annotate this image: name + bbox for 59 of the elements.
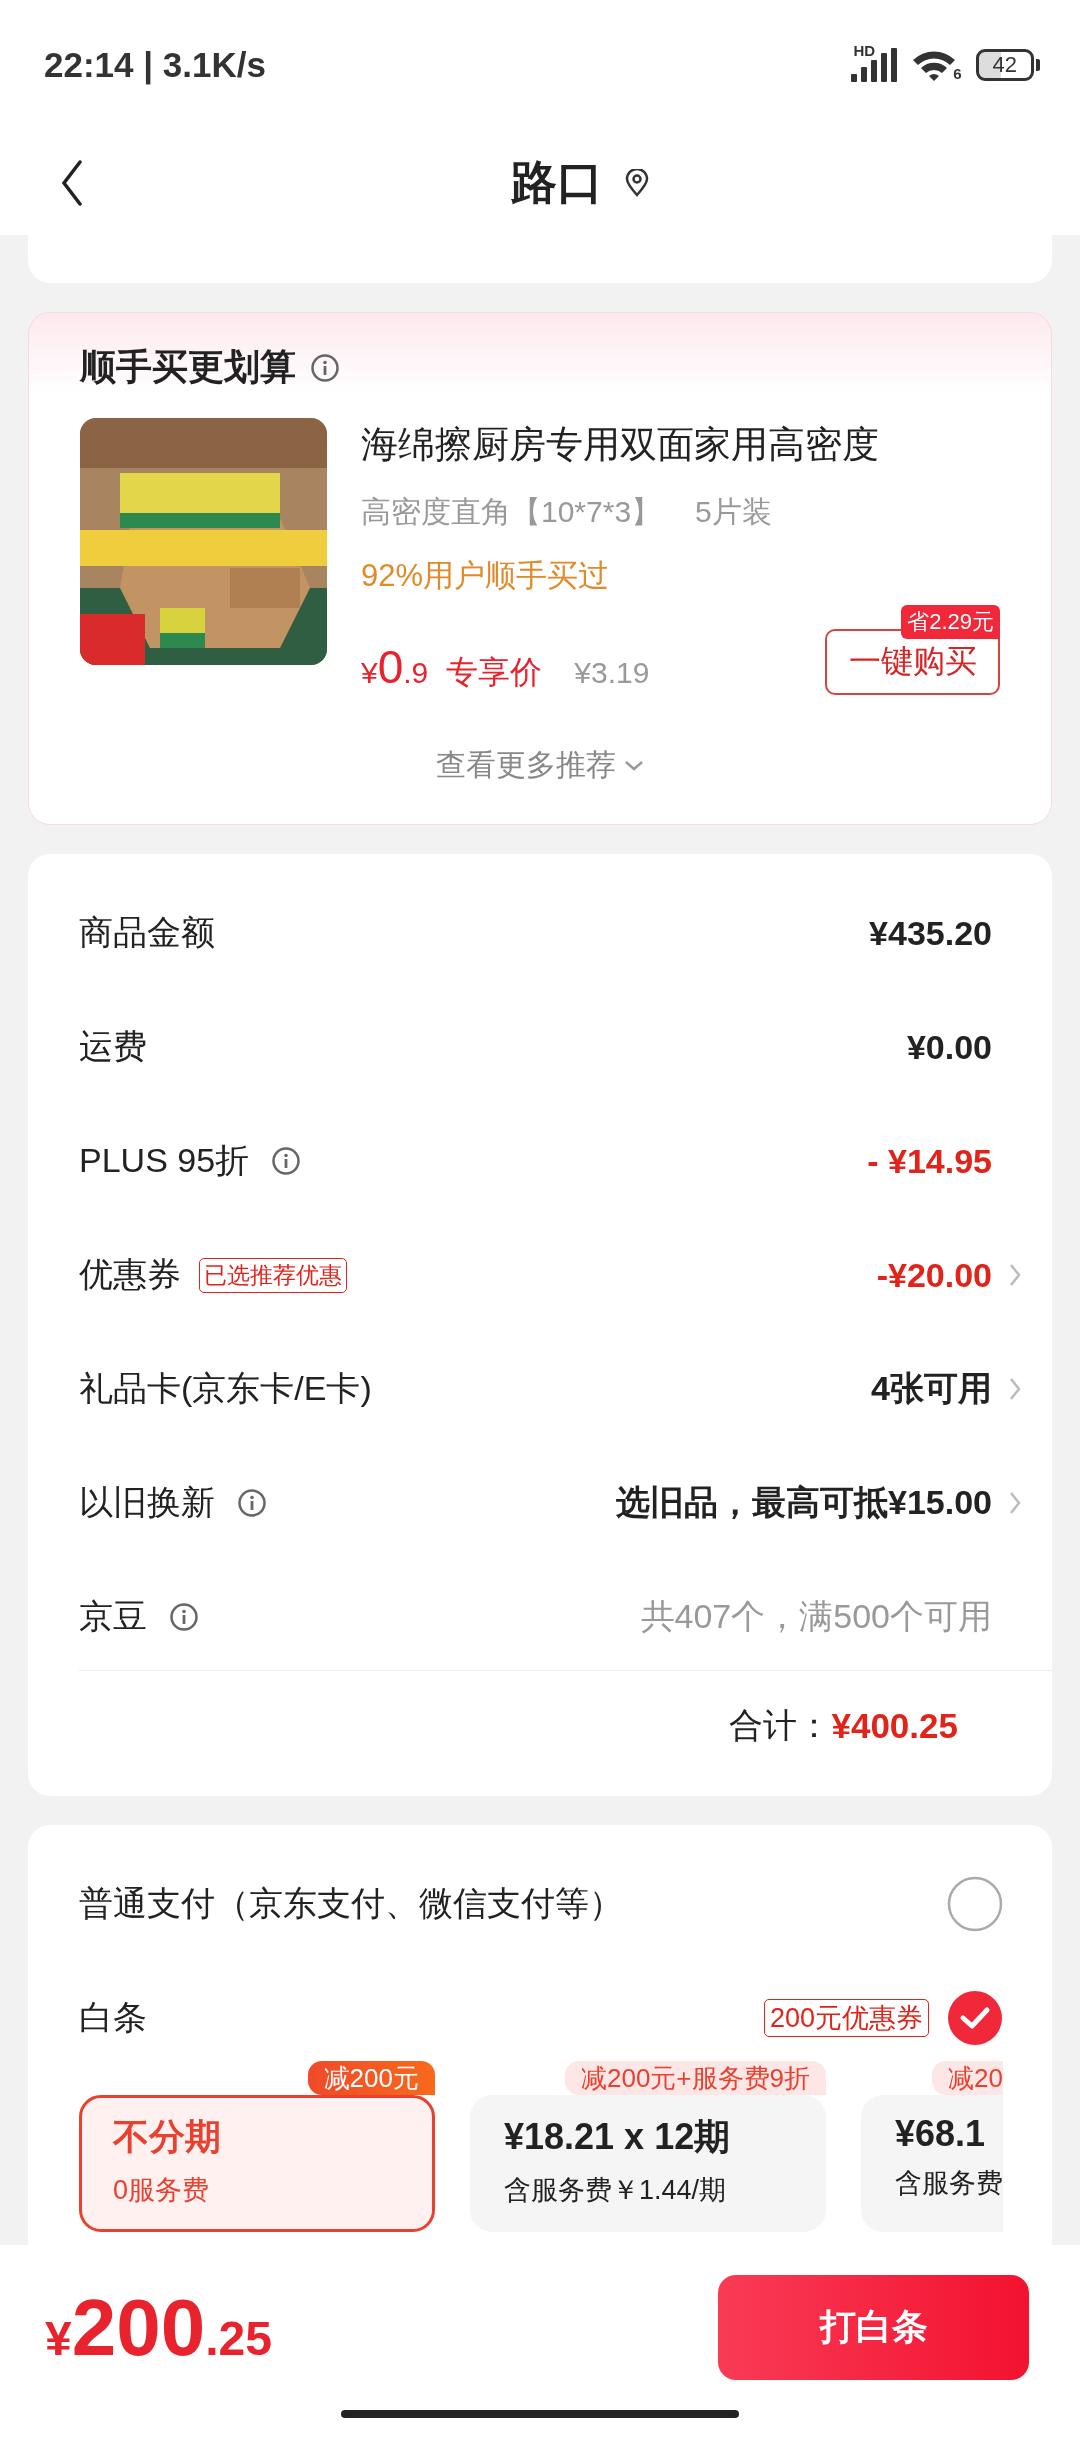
product-variant: 高密度直角【10*7*3】: [361, 494, 662, 530]
row-value: - ¥14.95: [867, 1141, 992, 1181]
pay-button[interactable]: 打白条: [718, 2275, 1029, 2380]
signal-icon: [851, 48, 898, 82]
row-label: 运费: [79, 1026, 147, 1067]
discount-tag: 减200元: [307, 2061, 435, 2095]
total-value: ¥400.25: [831, 1705, 958, 1746]
plan-subtitle: 0服务费: [113, 2174, 211, 2207]
wifi-label: 6: [953, 65, 962, 82]
installment-option[interactable]: ¥68.1 含服务费: [861, 2095, 1003, 2232]
back-icon[interactable]: [60, 159, 84, 206]
coupon-badge: 200元优惠券: [763, 1999, 929, 2037]
row-value[interactable]: -¥20.00: [876, 1255, 992, 1295]
section-title: 顺手买更划算: [80, 345, 296, 389]
discount-tag: 减20: [932, 2061, 1003, 2095]
info-icon[interactable]: [169, 1602, 199, 1632]
row-value[interactable]: 4张可用: [871, 1366, 992, 1412]
row-value: 共407个，满500个可用: [640, 1596, 992, 1637]
row-label: 以旧换新: [79, 1482, 215, 1523]
battery-indicator: 42: [975, 49, 1034, 81]
original-price: ¥3.19: [574, 656, 650, 690]
status-time: 22:14 | 3.1K/s: [44, 45, 266, 85]
plan-title: ¥68.1: [895, 2113, 987, 2155]
network-label: HD: [853, 42, 876, 59]
plan-title: ¥18.21 x 12期: [504, 2115, 732, 2159]
product-name[interactable]: 海绵擦厨房专用双面家用高密度: [361, 420, 1000, 470]
total-label: 合计：: [729, 1704, 832, 1746]
plan-subtitle: 含服务费￥1.44/期: [504, 2174, 728, 2207]
row-label: 优惠券: [79, 1254, 181, 1295]
installment-option[interactable]: ¥18.21 x 12期 含服务费￥1.44/期: [470, 2095, 826, 2232]
row-label: PLUS 95折: [79, 1140, 250, 1181]
product-price: ¥0.9: [361, 640, 429, 694]
purchase-stat: 92%用户顺手买过: [361, 557, 611, 595]
payment-option[interactable]: 普通支付（京东支付、微信支付等）: [79, 1881, 623, 1927]
info-icon[interactable]: [271, 1146, 302, 1176]
discount-tag: 减200元+服务费9折: [564, 2061, 826, 2095]
installment-option[interactable]: 不分期 0服务费: [79, 2095, 435, 2232]
row-value: ¥435.20: [869, 913, 992, 953]
row-label: 礼品卡(京东卡/E卡): [79, 1368, 372, 1409]
product-pack: 5片装: [695, 494, 772, 530]
plan-title: 不分期: [113, 2115, 222, 2159]
payment-option[interactable]: 白条: [79, 1995, 147, 2041]
more-recommendations-link[interactable]: 查看更多推荐: [80, 745, 1000, 786]
row-value: ¥0.00: [906, 1027, 992, 1067]
info-icon[interactable]: [237, 1488, 267, 1518]
savings-badge: 省2.29元: [901, 605, 1000, 639]
plan-subtitle: 含服务费: [895, 2167, 1003, 2200]
info-icon[interactable]: [310, 352, 340, 383]
radio-checked-icon[interactable]: [947, 1990, 1003, 2046]
row-label: 京豆: [79, 1596, 147, 1637]
chevron-down-icon[interactable]: [624, 759, 644, 772]
radio-button[interactable]: [947, 1876, 1003, 1932]
row-label: 商品金额: [79, 912, 215, 953]
total-price: ¥200.25: [45, 2281, 272, 2374]
price-label: 专享价: [446, 653, 543, 692]
coupon-tag: 已选推荐优惠: [199, 1257, 347, 1293]
location-pin-icon[interactable]: [625, 168, 649, 197]
row-value[interactable]: 选旧品，最高可抵¥15.00: [616, 1480, 992, 1526]
page-title: 路口: [511, 154, 603, 210]
